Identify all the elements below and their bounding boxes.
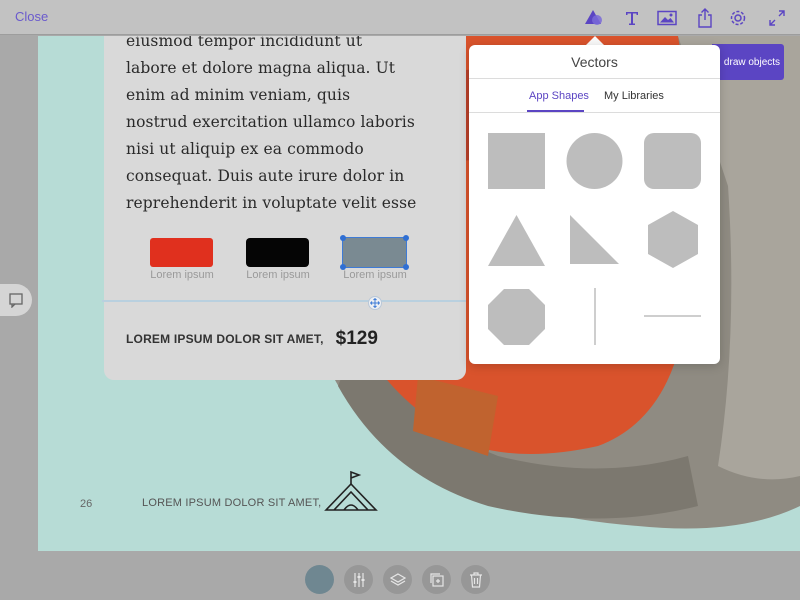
swatch-gray-selected[interactable] — [342, 237, 407, 268]
vertical-line-shape[interactable] — [589, 288, 601, 345]
settings-icon[interactable] — [726, 6, 750, 30]
fullscreen-icon[interactable] — [765, 6, 789, 30]
share-icon[interactable] — [693, 6, 717, 30]
popover-arrow — [586, 36, 604, 45]
horizontal-line-shape[interactable] — [644, 311, 701, 321]
body-paragraph[interactable]: eiusmod tempor incididunt ut labore et d… — [126, 36, 446, 217]
draw-objects-button[interactable]: draw objects — [712, 44, 784, 80]
square-shape[interactable] — [488, 133, 545, 189]
resize-handle[interactable] — [403, 235, 409, 241]
footer-text: LOREM IPSUM DOLOR SIT AMET, — [142, 497, 322, 509]
tab-underline — [527, 110, 584, 112]
swatch-label: Lorem ipsum — [150, 269, 214, 281]
resize-handle[interactable] — [340, 235, 346, 241]
text-icon[interactable] — [620, 6, 644, 30]
layers-icon[interactable] — [383, 565, 412, 594]
page-number: 26 — [80, 498, 93, 510]
rounded-square-shape[interactable] — [644, 133, 701, 189]
image-icon[interactable] — [655, 6, 679, 30]
move-icon[interactable] — [368, 296, 382, 310]
trash-icon[interactable] — [461, 565, 490, 594]
close-button[interactable]: Close — [15, 9, 48, 24]
swatch-label: Lorem ipsum — [343, 269, 407, 281]
shapes-icon[interactable] — [582, 6, 606, 30]
popover-title: Vectors — [469, 45, 720, 79]
right-triangle-shape[interactable] — [570, 215, 619, 264]
octagon-shape[interactable] — [488, 289, 545, 345]
swatch-black[interactable] — [246, 238, 309, 267]
bottom-toolbar — [0, 552, 800, 600]
swatch-label: Lorem ipsum — [246, 269, 310, 281]
top-toolbar: Close — [0, 0, 800, 35]
price-label: LOREM IPSUM DOLOR SIT AMET, — [126, 332, 324, 346]
text-card[interactable]: eiusmod tempor incididunt ut labore et d… — [102, 36, 466, 380]
price-row: LOREM IPSUM DOLOR SIT AMET, $129 — [126, 328, 378, 350]
color-icon[interactable] — [305, 565, 334, 594]
popover-tabs: App Shapes My Libraries — [469, 80, 720, 113]
tab-app-shapes[interactable]: App Shapes — [529, 90, 589, 102]
price-value: $129 — [335, 328, 378, 349]
duplicate-icon[interactable] — [422, 565, 451, 594]
tent-logo-icon — [324, 470, 378, 511]
adjust-icon[interactable] — [344, 565, 373, 594]
triangle-shape[interactable] — [488, 215, 545, 266]
guide-line — [102, 300, 466, 302]
comment-icon[interactable] — [0, 284, 32, 316]
swatch-red[interactable] — [150, 238, 213, 267]
circle-shape[interactable] — [566, 133, 623, 189]
hexagon-shape[interactable] — [648, 211, 698, 268]
vectors-popover: Vectors App Shapes My Libraries — [469, 45, 720, 364]
tab-my-libraries[interactable]: My Libraries — [604, 90, 664, 102]
